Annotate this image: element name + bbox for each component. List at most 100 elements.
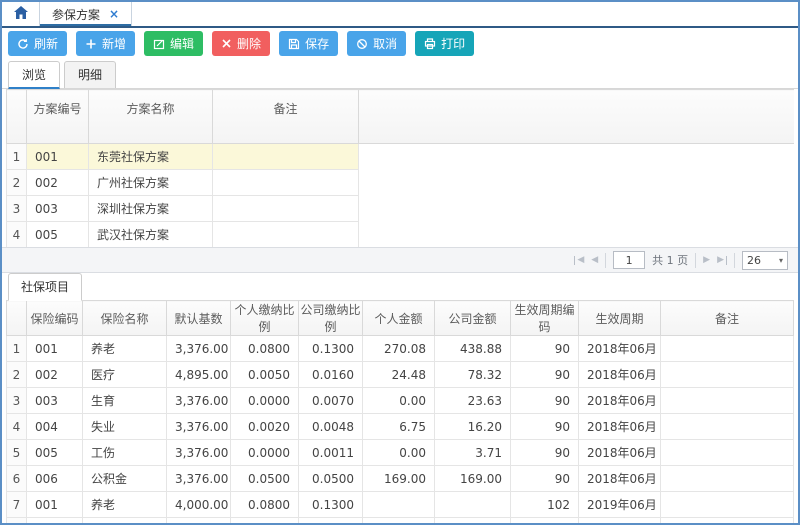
note-cell[interactable] — [661, 492, 794, 518]
period-code-cell[interactable]: 90 — [511, 388, 579, 414]
period-cell[interactable]: 2018年06月 — [579, 440, 661, 466]
insurance-code-cell[interactable]: 004 — [27, 414, 83, 440]
default-base-cell[interactable]: 3,376.00 — [167, 388, 231, 414]
add-button[interactable]: 新增 — [76, 31, 135, 56]
personal-ratio-cell[interactable]: 0.0020 — [231, 414, 299, 440]
period-cell[interactable]: 2019年06月 — [579, 492, 661, 518]
personal-amount-cell[interactable]: 0.00 — [363, 440, 435, 466]
insurance-name-cell[interactable]: 养老 — [83, 336, 167, 362]
page-number-input[interactable] — [613, 251, 645, 269]
plan-table-row[interactable]: 1001东莞社保方案 — [7, 144, 795, 170]
insurance-code-cell[interactable]: 001 — [27, 492, 83, 518]
personal-ratio-cell[interactable]: 0.0800 — [231, 336, 299, 362]
item-table-row[interactable]: 7001养老4,000.000.08000.13001022019年06月 — [7, 492, 794, 518]
last-page-icon[interactable]: ▶ — [717, 256, 727, 265]
company-amount-cell[interactable] — [435, 492, 511, 518]
plan-table-row[interactable]: 3003深圳社保方案 — [7, 196, 795, 222]
refresh-button[interactable]: 刷新 — [8, 31, 67, 56]
personal-amount-cell[interactable]: 6.75 — [363, 414, 435, 440]
company-ratio-cell[interactable]: 0.0160 — [299, 362, 363, 388]
personal-ratio-cell[interactable]: 0.0000 — [231, 440, 299, 466]
period-code-cell[interactable]: 90 — [511, 440, 579, 466]
plan-code-cell[interactable]: 002 — [27, 170, 89, 196]
period-cell[interactable]: 2018年06月 — [579, 362, 661, 388]
row-number-cell[interactable]: 5 — [7, 440, 27, 466]
insurance-name-cell[interactable]: 生育 — [83, 388, 167, 414]
row-number-cell[interactable]: 1 — [7, 336, 27, 362]
default-base-cell[interactable]: 4,895.00 — [167, 362, 231, 388]
period-cell[interactable]: 2018年06月 — [579, 414, 661, 440]
tab-social-insurance-items[interactable]: 社保项目 — [8, 273, 82, 301]
plan-name-cell[interactable]: 深圳社保方案 — [89, 196, 213, 222]
company-ratio-cell[interactable]: 0.0048 — [299, 414, 363, 440]
period-code-cell[interactable]: 106 — [511, 518, 579, 525]
company-amount-cell[interactable]: 16.20 — [435, 414, 511, 440]
item-table-row[interactable]: 6006公积金3,376.000.05000.0500169.00169.009… — [7, 466, 794, 492]
item-table-row[interactable]: 5005工伤3,376.000.00000.00110.003.71902018… — [7, 440, 794, 466]
save-button[interactable]: 保存 — [279, 31, 338, 56]
tab-detail[interactable]: 明细 — [64, 61, 116, 88]
personal-ratio-cell[interactable]: 0.0800 — [231, 492, 299, 518]
plan-note-cell[interactable] — [213, 144, 359, 170]
row-number-cell[interactable]: 4 — [7, 414, 27, 440]
item-table-row[interactable]: 4004失业3,376.000.00200.00486.7516.2090201… — [7, 414, 794, 440]
company-amount-cell[interactable]: 78.32 — [435, 362, 511, 388]
default-base-cell[interactable]: 3,376.00 — [167, 440, 231, 466]
period-cell[interactable]: 2018年06月 — [579, 336, 661, 362]
next-page-icon[interactable]: ▶ — [703, 256, 710, 265]
plan-note-cell[interactable] — [213, 196, 359, 222]
company-ratio-cell[interactable]: 0.0160 — [299, 518, 363, 525]
company-amount-cell[interactable]: 3.71 — [435, 440, 511, 466]
company-amount-cell[interactable]: 438.88 — [435, 336, 511, 362]
insurance-name-cell[interactable]: 养老 — [83, 492, 167, 518]
edit-button[interactable]: 编辑 — [144, 31, 203, 56]
plan-name-cell[interactable]: 武汉社保方案 — [89, 222, 213, 248]
row-number-cell[interactable]: 2 — [7, 170, 27, 196]
delete-button[interactable]: 删除 — [212, 31, 270, 56]
company-amount-cell[interactable]: 169.00 — [435, 466, 511, 492]
page-size-select[interactable]: 26 ▾ — [742, 251, 788, 270]
item-table-row[interactable]: 2002医疗4,895.000.00500.016024.4878.329020… — [7, 362, 794, 388]
personal-ratio-cell[interactable]: 0.0050 — [231, 362, 299, 388]
home-tab[interactable] — [2, 2, 40, 26]
insurance-name-cell[interactable]: 医疗 — [83, 362, 167, 388]
note-cell[interactable] — [661, 518, 794, 525]
row-number-cell[interactable]: 8 — [7, 518, 27, 525]
company-ratio-cell[interactable]: 0.0500 — [299, 466, 363, 492]
prev-page-icon[interactable]: ◀ — [591, 256, 598, 265]
plan-code-cell[interactable]: 005 — [27, 222, 89, 248]
note-cell[interactable] — [661, 336, 794, 362]
note-cell[interactable] — [661, 362, 794, 388]
personal-amount-cell[interactable]: 169.00 — [363, 466, 435, 492]
personal-amount-cell[interactable] — [363, 518, 435, 525]
first-page-icon[interactable]: ◀ — [574, 256, 584, 265]
item-table-row[interactable]: 8002医疗5,000.000.00500.0160 1062019年10月 — [7, 518, 794, 525]
row-number-cell[interactable]: 7 — [7, 492, 27, 518]
personal-ratio-cell[interactable]: 0.0000 — [231, 388, 299, 414]
insurance-code-cell[interactable]: 002 — [27, 518, 83, 525]
personal-ratio-cell[interactable]: 0.0050 — [231, 518, 299, 525]
row-number-cell[interactable]: 1 — [7, 144, 27, 170]
insurance-name-cell[interactable]: 医疗 — [83, 518, 167, 525]
cancel-button[interactable]: 取消 — [347, 31, 406, 56]
personal-ratio-cell[interactable]: 0.0500 — [231, 466, 299, 492]
plan-note-cell[interactable] — [213, 170, 359, 196]
note-cell[interactable] — [661, 466, 794, 492]
company-ratio-cell[interactable]: 0.0011 — [299, 440, 363, 466]
tab-insurance-plan[interactable]: 参保方案 × — [40, 2, 132, 26]
row-number-cell[interactable]: 3 — [7, 196, 27, 222]
default-base-cell[interactable]: 3,376.00 — [167, 466, 231, 492]
plan-table-row[interactable]: 4005武汉社保方案 — [7, 222, 795, 248]
default-base-cell[interactable]: 3,376.00 — [167, 336, 231, 362]
plan-table-row[interactable]: 2002广州社保方案 — [7, 170, 795, 196]
default-base-cell[interactable]: 5,000.00 — [167, 518, 231, 525]
personal-amount-cell[interactable]: 270.08 — [363, 336, 435, 362]
insurance-code-cell[interactable]: 002 — [27, 362, 83, 388]
note-cell[interactable] — [661, 440, 794, 466]
plan-note-cell[interactable] — [213, 222, 359, 248]
plan-code-cell[interactable]: 003 — [27, 196, 89, 222]
period-cell[interactable]: 2019年10月 — [579, 518, 661, 525]
period-code-cell[interactable]: 90 — [511, 362, 579, 388]
plan-name-cell[interactable]: 东莞社保方案 — [89, 144, 213, 170]
period-cell[interactable]: 2018年06月 — [579, 388, 661, 414]
